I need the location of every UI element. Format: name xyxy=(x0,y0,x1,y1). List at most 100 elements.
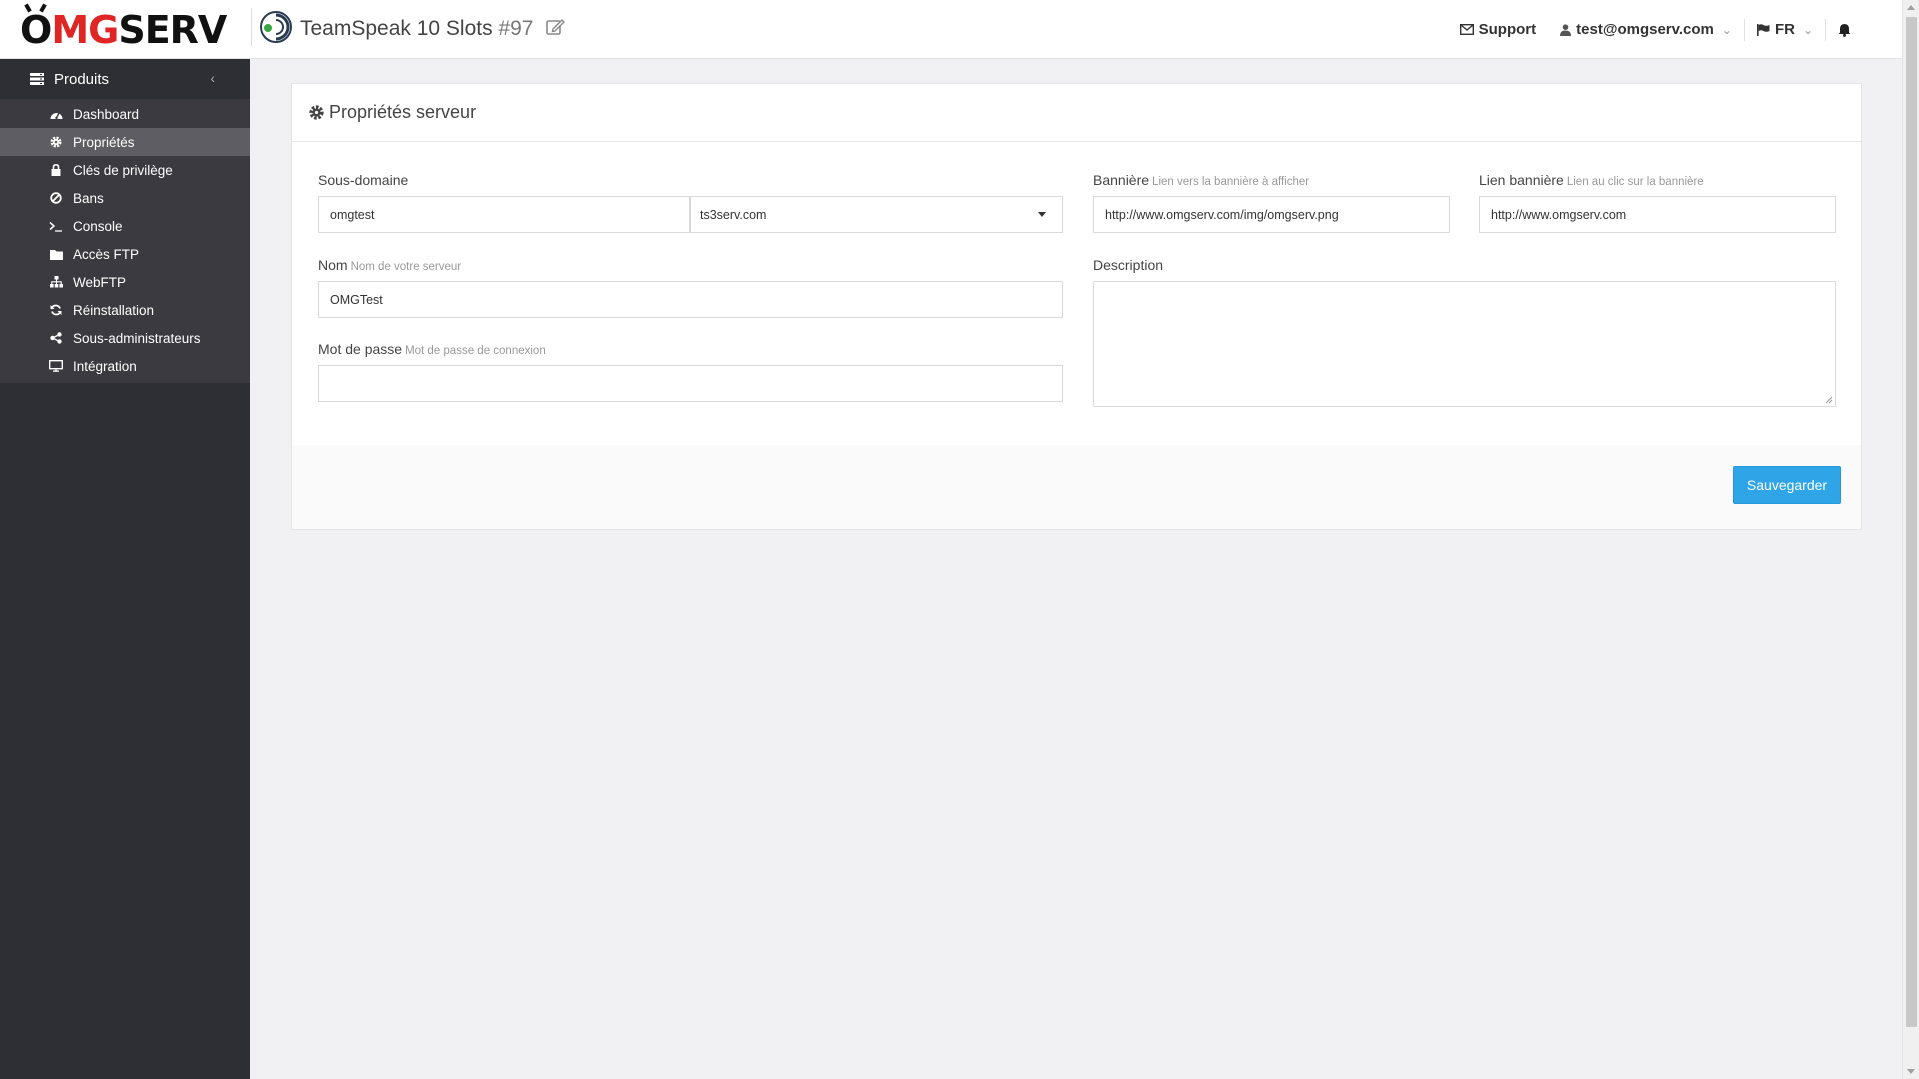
sidebar-item-bans[interactable]: Bans xyxy=(0,184,250,212)
panel-footer xyxy=(292,445,1861,529)
banner-link-input-text[interactable] xyxy=(1491,207,1824,222)
sidebar-item-label: Bans xyxy=(73,190,104,206)
sidebar-item-proprietes[interactable]: Propriétés xyxy=(0,128,250,156)
sidebar-item-integration[interactable]: Intégration xyxy=(0,352,250,380)
desktop-icon xyxy=(49,359,63,373)
edit-icon[interactable] xyxy=(545,17,566,37)
scroll-up-arrow-icon[interactable] xyxy=(1907,5,1915,10)
subdomain-label-text: Sous-domaine xyxy=(318,172,409,188)
sidebar-item-label: Propriétés xyxy=(73,134,135,150)
description-textarea[interactable] xyxy=(1093,281,1836,407)
caret-down-icon xyxy=(1038,212,1046,217)
save-button[interactable]: Sauvegarder xyxy=(1733,466,1841,504)
language-label: FR xyxy=(1774,21,1795,38)
bell-icon xyxy=(1838,23,1851,37)
banner-url-input-text[interactable] xyxy=(1105,207,1438,222)
password-label: Mot de passe Mot de passe de connexion xyxy=(318,341,546,357)
sidebar-item-reinstallation[interactable]: Réinstallation xyxy=(0,296,250,324)
logo-mg: MG xyxy=(51,8,119,52)
page-scrollbar[interactable] xyxy=(1902,0,1919,1079)
sidebar-item-label: Console xyxy=(73,218,123,234)
envelope-icon xyxy=(1459,24,1474,35)
logo-serv: SERV xyxy=(118,8,227,52)
terminal-icon xyxy=(49,219,63,233)
gear-icon xyxy=(309,105,324,120)
description-label: Description xyxy=(1093,257,1163,273)
language-menu[interactable]: FR ⌄ xyxy=(1745,0,1825,59)
sidebar: Produits ‹ Dashboard Propriétés Clés de … xyxy=(0,59,250,1079)
product-name: TeamSpeak 10 Slots xyxy=(300,17,493,40)
gear-icon xyxy=(49,135,63,149)
teamspeak-icon xyxy=(260,11,292,43)
subdomain-label: Sous-domaine xyxy=(318,172,408,188)
support-link[interactable]: Support xyxy=(1448,0,1549,59)
chevron-left-icon[interactable]: ‹ xyxy=(210,70,215,86)
sitemap-icon xyxy=(49,275,63,289)
user-menu[interactable]: test@omgserv.com ⌄ xyxy=(1548,0,1744,59)
banner-link-input[interactable] xyxy=(1479,196,1836,233)
banner-label: Bannière Lien vers la bannière à afficher xyxy=(1093,172,1309,188)
user-email: test@omgserv.com xyxy=(1576,21,1714,38)
name-input-text[interactable] xyxy=(330,292,1051,307)
subdomain-input[interactable] xyxy=(318,196,690,233)
chevron-down-icon: ⌄ xyxy=(1721,22,1732,37)
description-label-text: Description xyxy=(1093,257,1164,273)
ban-icon xyxy=(49,191,63,205)
password-label-text: Mot de passe xyxy=(318,341,403,357)
user-icon xyxy=(1560,23,1572,36)
panel-title: Propriétés serveur xyxy=(329,102,477,122)
scroll-thumb[interactable] xyxy=(1906,17,1917,1027)
name-label-text: Nom xyxy=(318,257,348,273)
banner-hint: Lien vers la bannière à afficher xyxy=(1152,176,1310,188)
product-number: #97 xyxy=(498,17,534,40)
password-input[interactable] xyxy=(318,365,1063,402)
banner-url-input[interactable] xyxy=(1093,196,1450,233)
chevron-down-icon: ⌄ xyxy=(1802,22,1813,37)
name-label: Nom Nom de votre serveur xyxy=(318,257,461,273)
subdomain-input-text[interactable] xyxy=(330,207,678,222)
server-icon xyxy=(30,73,44,85)
sidebar-item-cles-privilege[interactable]: Clés de privilège xyxy=(0,156,250,184)
sidebar-item-label: Clés de privilège xyxy=(73,162,173,178)
sidebar-item-webftp[interactable]: WebFTP xyxy=(0,268,250,296)
sidebar-section-label: Produits xyxy=(54,70,110,88)
sidebar-item-console[interactable]: Console xyxy=(0,212,250,240)
notifications-button[interactable] xyxy=(1826,0,1868,59)
resize-handle-icon[interactable] xyxy=(1825,396,1833,404)
refresh-icon xyxy=(49,303,63,317)
sidebar-submenu: Dashboard Propriétés Clés de privilège B… xyxy=(0,100,250,383)
name-input[interactable] xyxy=(318,281,1063,318)
domain-select[interactable]: ts3serv.com xyxy=(690,196,1063,233)
support-label: Support xyxy=(1478,21,1537,38)
domain-select-value: ts3serv.com xyxy=(700,207,767,222)
banner-link-hint: Lien au clic sur la bannière xyxy=(1566,176,1704,188)
sidebar-item-label: WebFTP xyxy=(73,274,127,290)
scroll-down-arrow-icon[interactable] xyxy=(1907,1069,1915,1074)
sidebar-item-sous-administrateurs[interactable]: Sous-administrateurs xyxy=(0,324,250,352)
sidebar-item-dashboard[interactable]: Dashboard xyxy=(0,100,250,128)
name-hint: Nom de votre serveur xyxy=(350,261,462,273)
sidebar-item-label: Dashboard xyxy=(73,106,140,122)
banner-link-label: Lien bannière Lien au clic sur la bannièr… xyxy=(1479,172,1704,188)
sidebar-item-label: Sous-administrateurs xyxy=(73,330,201,346)
sidebar-item-label: Intégration xyxy=(73,358,137,374)
top-bar: O MG SERV TeamSpeak 10 Slots #97 Support t… xyxy=(0,0,1902,59)
password-input-text[interactable] xyxy=(330,376,1051,391)
share-icon xyxy=(49,331,63,345)
password-hint: Mot de passe de connexion xyxy=(405,345,546,357)
product-title: TeamSpeak 10 Slots #97 xyxy=(300,17,566,41)
omgserv-logo[interactable]: O MG SERV xyxy=(20,8,227,52)
banner-link-label-text: Lien bannière xyxy=(1479,172,1564,188)
dashboard-icon xyxy=(49,107,63,121)
header-divider xyxy=(251,8,252,46)
top-nav: Support test@omgserv.com ⌄ FR ⌄ xyxy=(1448,0,1868,59)
server-properties-panel: Propriétés serveur Sous-domaine ts3serv.… xyxy=(291,83,1862,530)
sidebar-section-products[interactable]: Produits ‹ xyxy=(0,59,250,100)
sidebar-item-acces-ftp[interactable]: Accès FTP xyxy=(0,240,250,268)
sidebar-item-label: Réinstallation xyxy=(73,302,155,318)
banner-label-text: Bannière xyxy=(1093,172,1150,188)
panel-header: Propriétés serveur xyxy=(292,84,1861,142)
sidebar-item-label: Accès FTP xyxy=(73,246,140,262)
logo-o: O xyxy=(20,8,52,52)
flag-icon xyxy=(1756,23,1770,36)
